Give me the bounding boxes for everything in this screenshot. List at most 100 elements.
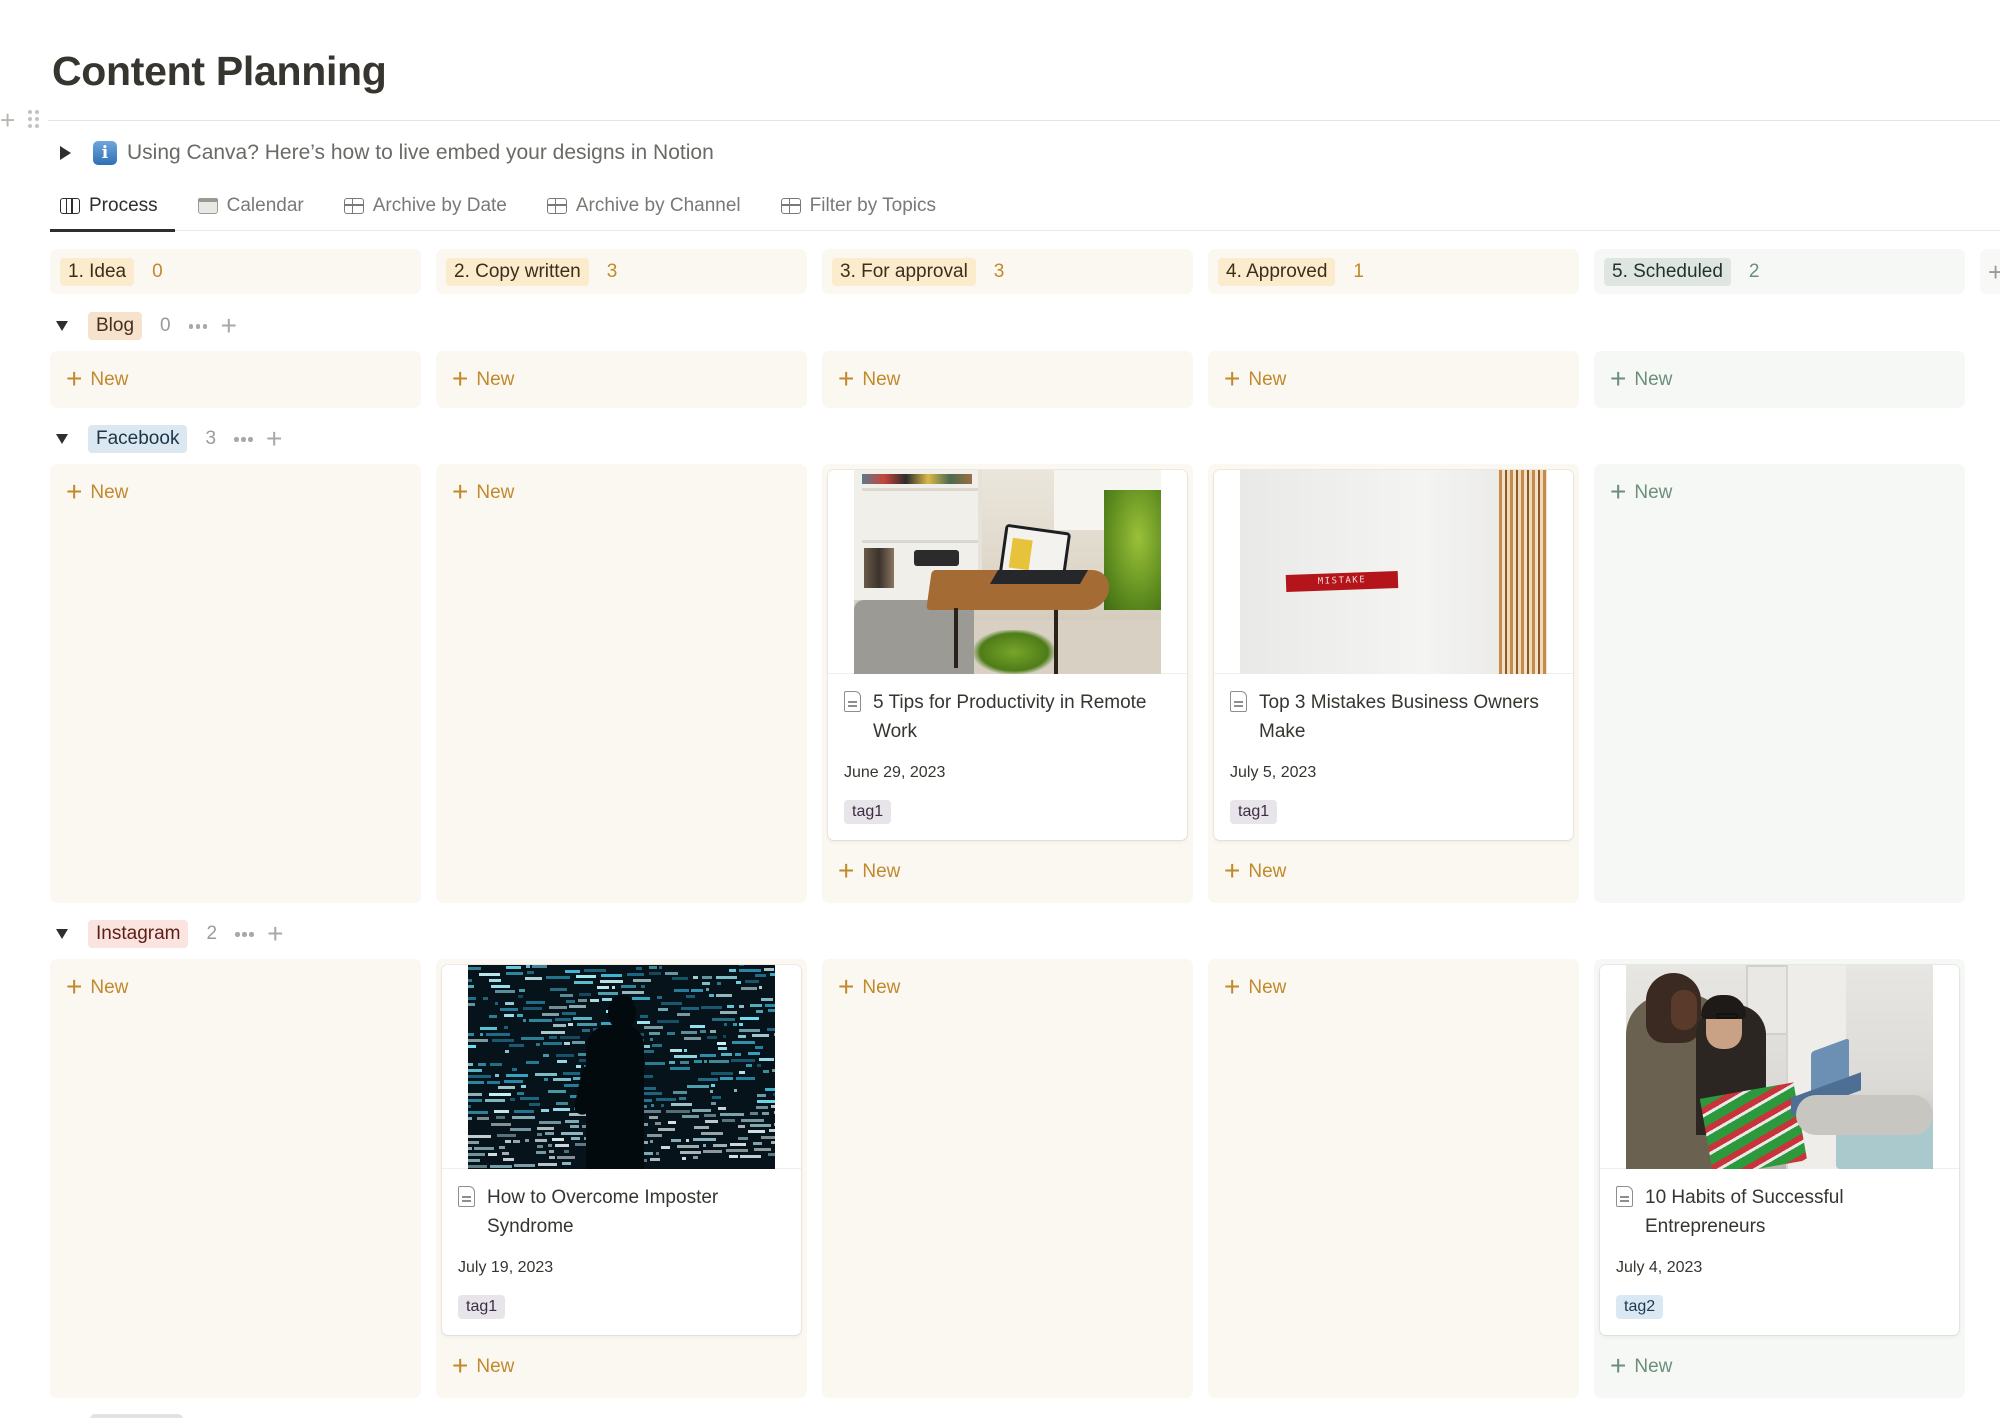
group-channel-pill: Instagram (88, 920, 189, 948)
new-label: New (1634, 482, 1673, 503)
new-card-button[interactable]: + New (838, 972, 901, 1003)
column-count: 0 (152, 260, 163, 282)
column-count: 2 (1748, 260, 1760, 282)
add-block-icon[interactable]: + (0, 107, 16, 133)
active-tab-indicator (50, 229, 175, 232)
card-date: July 19, 2023 (458, 1259, 554, 1276)
tab-filter-by-topics[interactable]: Filter by Topics (771, 188, 944, 224)
card-date: July 5, 2023 (1230, 764, 1317, 781)
column-status-pill: 3. For approval (832, 257, 976, 286)
plus-icon: + (452, 1349, 469, 1381)
page-icon (1230, 691, 1247, 712)
plus-icon: + (1610, 1349, 1627, 1381)
new-label: New (476, 482, 515, 503)
tag-badge: tag1 (844, 800, 892, 824)
calendar-icon (197, 198, 218, 214)
card-body: 5 Tips for Productivity in Remote Work Ju… (828, 674, 1187, 840)
tag-badge: tag2 (1616, 1295, 1664, 1319)
add-card-icon[interactable]: + (221, 312, 237, 340)
next-group-pill (90, 1414, 183, 1418)
new-card-button[interactable]: + New (1610, 364, 1672, 395)
column-status-pill: 1. Idea (60, 257, 135, 286)
new-card-button[interactable]: + New (1224, 972, 1286, 1003)
group-count: 0 (160, 315, 171, 336)
table-icon (546, 198, 567, 214)
column-header[interactable]: 1. Idea 0 (50, 249, 421, 294)
board-card[interactable]: 10 Habits of Successful Entrepreneurs Jul… (1600, 965, 1959, 1335)
new-card-button[interactable]: + New (66, 475, 128, 508)
board-card[interactable]: How to Overcome Imposter Syndrome July 19… (442, 965, 801, 1335)
new-card-button[interactable]: + New (1224, 856, 1287, 887)
new-card-button[interactable]: + New (1224, 362, 1287, 395)
page-icon (458, 1186, 475, 1207)
new-label: New (476, 1356, 515, 1377)
collapse-arrow-icon[interactable] (56, 321, 68, 331)
tabs-divider (175, 230, 2000, 231)
tab-archive-by-date[interactable]: Archive by Date (334, 188, 515, 224)
collapse-arrow-icon[interactable] (56, 929, 68, 939)
new-label: New (862, 977, 901, 998)
group-header: Blog 0 + (56, 311, 237, 341)
add-card-icon[interactable]: + (266, 425, 282, 453)
info-icon: i (93, 141, 117, 165)
toggle-arrow-icon[interactable] (60, 146, 71, 160)
column-status-pill: 4. Approved (1218, 257, 1336, 286)
new-card-button[interactable]: + New (452, 475, 515, 508)
home-office-photo (854, 470, 1161, 674)
table-icon (780, 198, 801, 214)
add-column-button[interactable]: + (1980, 249, 2000, 294)
drag-handle-icon[interactable] (28, 110, 40, 130)
tab-calendar[interactable]: Calendar (188, 188, 312, 224)
plus-icon: + (452, 475, 469, 507)
more-options-icon[interactable] (188, 323, 209, 329)
new-card-button[interactable]: + New (838, 364, 901, 395)
tab-process[interactable]: Process (50, 188, 166, 224)
new-card-button[interactable]: + New (452, 1349, 515, 1382)
column-header[interactable]: 2. Copy written 3 (436, 249, 807, 294)
card-date: June 29, 2023 (844, 764, 946, 781)
more-options-icon[interactable] (234, 436, 254, 442)
add-card-icon[interactable]: + (267, 920, 283, 948)
board-cell: + New (436, 464, 807, 903)
plus-icon: + (66, 475, 83, 507)
new-label: New (476, 369, 515, 390)
page-icon (1616, 1186, 1633, 1207)
divider (48, 120, 2000, 121)
toggle-text: Using Canva? Here’s how to live embed yo… (127, 141, 714, 164)
new-card-button[interactable]: + New (66, 364, 128, 395)
board-cell: + New (1208, 351, 1579, 408)
card-title: 5 Tips for Productivity in Remote Work (873, 692, 1147, 742)
new-card-button[interactable]: + New (1610, 477, 1673, 508)
plus-icon: + (66, 970, 83, 1002)
new-card-button[interactable]: + New (838, 856, 901, 887)
group-count: 2 (206, 923, 218, 944)
board-cell: 5 Tips for Productivity in Remote Work Ju… (822, 464, 1193, 903)
plus-icon: + (452, 362, 469, 394)
plus-icon: + (1224, 362, 1241, 394)
board-cell: + New (822, 959, 1193, 1398)
new-card-button[interactable]: + New (1610, 1349, 1672, 1382)
toggle-block[interactable]: i Using Canva? Here’s how to live embed … (60, 138, 714, 168)
board-card[interactable]: MISTAKE Top 3 Mistakes Business Owners Ma… (1214, 470, 1573, 840)
table-icon (343, 198, 364, 214)
tab-label: Filter by Topics (809, 195, 936, 216)
tab-archive-by-channel[interactable]: Archive by Channel (537, 188, 749, 224)
column-status-pill: 2. Copy written (446, 257, 589, 286)
tag-badge: tag1 (458, 1295, 506, 1319)
card-body: How to Overcome Imposter Syndrome July 19… (442, 1169, 801, 1335)
new-label: New (862, 861, 901, 882)
new-label: New (1248, 369, 1287, 390)
column-status-pill: 5. Scheduled (1604, 257, 1731, 286)
collapse-arrow-icon[interactable] (56, 434, 68, 444)
column-header[interactable]: 5. Scheduled 2 (1594, 249, 1965, 294)
more-options-icon[interactable] (235, 931, 255, 937)
board-card[interactable]: 5 Tips for Productivity in Remote Work Ju… (828, 470, 1187, 840)
new-card-button[interactable]: + New (66, 970, 128, 1003)
new-label: New (862, 369, 901, 390)
new-card-button[interactable]: + New (452, 362, 515, 395)
column-header[interactable]: 3. For approval 3 (822, 249, 1193, 294)
tab-label: Process (89, 195, 158, 216)
group-channel-pill: Facebook (88, 425, 188, 453)
new-label: New (1248, 861, 1287, 882)
column-header[interactable]: 4. Approved 1 (1208, 249, 1579, 294)
